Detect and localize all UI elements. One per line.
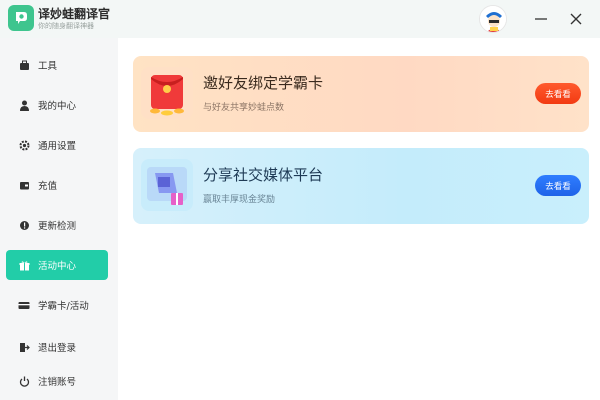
app-logo-icon bbox=[8, 5, 34, 31]
card-description: 赢取丰厚现金奖励 bbox=[203, 195, 276, 205]
invite-friends-card[interactable]: 邀好友绑定学霸卡 与好友共享妙蛙点数 去看看 bbox=[133, 56, 589, 132]
user-icon bbox=[18, 99, 30, 111]
sidebar-item-my-center[interactable]: 我的中心 bbox=[6, 90, 108, 120]
sidebar-item-delete-account[interactable]: 注销账号 bbox=[6, 366, 108, 396]
app-title: 译妙蛙翻译官 bbox=[38, 7, 111, 21]
card-description: 与好友共享妙蛙点数 bbox=[203, 103, 285, 113]
share-go-button[interactable]: 去看看 bbox=[535, 175, 581, 196]
sidebar-item-label: 注销账号 bbox=[38, 377, 77, 388]
card-title: 分享社交媒体平台 bbox=[203, 166, 324, 184]
sidebar-item-settings[interactable]: 通用设置 bbox=[6, 130, 108, 160]
briefcase-icon bbox=[18, 59, 30, 71]
share-social-card[interactable]: 分享社交媒体平台 赢取丰厚现金奖励 去看看 bbox=[133, 148, 589, 224]
gear-icon bbox=[18, 139, 30, 151]
sidebar-item-label: 通用设置 bbox=[38, 141, 77, 152]
card-icon bbox=[18, 299, 30, 311]
power-icon bbox=[18, 375, 30, 387]
sidebar-item-logout[interactable]: 退出登录 bbox=[6, 332, 108, 362]
invite-go-button[interactable]: 去看看 bbox=[535, 83, 581, 104]
card-title: 邀好友绑定学霸卡 bbox=[203, 74, 324, 92]
minimize-button[interactable] bbox=[530, 8, 552, 30]
logout-icon bbox=[18, 341, 30, 353]
sidebar-item-label: 更新检测 bbox=[38, 221, 77, 232]
sidebar-item-activity-center[interactable]: 活动中心 bbox=[6, 250, 108, 280]
minimize-icon bbox=[535, 18, 547, 20]
sidebar-item-label: 工具 bbox=[38, 61, 58, 72]
app-subtitle: 你的随身翻译神器 bbox=[38, 22, 94, 30]
gift-icon bbox=[18, 259, 30, 271]
close-button[interactable] bbox=[565, 8, 587, 30]
avatar[interactable] bbox=[479, 5, 507, 33]
main-content: 邀好友绑定学霸卡 与好友共享妙蛙点数 去看看 分享社交媒体平台 赢取丰厚现金奖励… bbox=[118, 38, 600, 400]
red-envelope-icon bbox=[141, 67, 193, 119]
update-icon bbox=[18, 219, 30, 231]
sidebar-item-label: 我的中心 bbox=[38, 101, 77, 112]
title-bar: 译妙蛙翻译官 你的随身翻译神器 bbox=[0, 0, 600, 38]
wallet-icon bbox=[18, 179, 30, 191]
sidebar-item-vip-card[interactable]: 学霸卡/活动 bbox=[6, 290, 108, 320]
sidebar: 工具 我的中心 通用设置 充值 更新检测 活动中心 学霸卡/活动 退出登录 注销… bbox=[0, 38, 118, 400]
sidebar-item-update[interactable]: 更新检测 bbox=[6, 210, 108, 240]
sidebar-item-label: 退出登录 bbox=[38, 343, 77, 354]
share-gift-icon bbox=[141, 159, 193, 211]
sidebar-item-label: 活动中心 bbox=[38, 261, 77, 272]
close-icon bbox=[570, 13, 582, 25]
sidebar-item-recharge[interactable]: 充值 bbox=[6, 170, 108, 200]
sidebar-item-label: 充值 bbox=[38, 181, 58, 192]
sidebar-item-tools[interactable]: 工具 bbox=[6, 50, 108, 80]
sidebar-item-label: 学霸卡/活动 bbox=[38, 301, 89, 312]
